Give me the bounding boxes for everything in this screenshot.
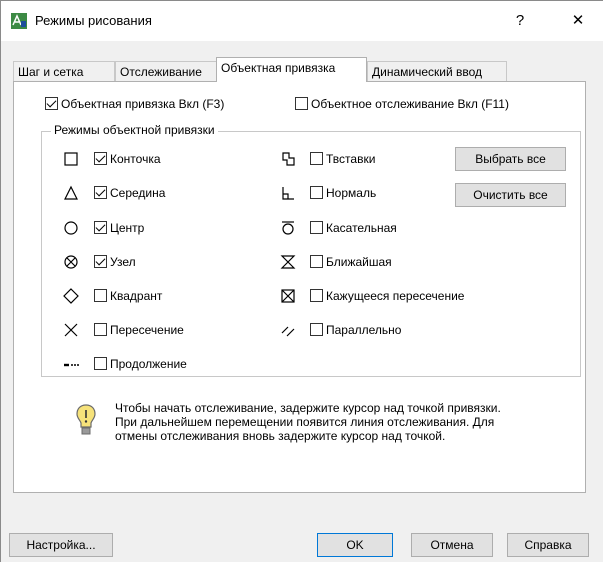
osnap-on-label: Объектная привязка Вкл (F3) bbox=[61, 97, 225, 111]
settings-button[interactable]: Настройка... bbox=[9, 533, 113, 557]
mode-extension-label: Продолжение bbox=[110, 357, 187, 371]
tracking-hint: Чтобы начать отслеживание, задержите кур… bbox=[115, 401, 555, 443]
otrack-on-checkbox[interactable] bbox=[295, 97, 308, 110]
tangent-icon bbox=[282, 221, 294, 235]
perpendicular-icon bbox=[282, 187, 294, 200]
otrack-on-label: Объектное отслеживание Вкл (F11) bbox=[311, 97, 509, 111]
mode-tangent-checkbox[interactable] bbox=[310, 221, 323, 234]
tab-tracking[interactable]: Отслеживание bbox=[115, 61, 217, 81]
triangle-icon bbox=[64, 185, 78, 200]
extension-icon bbox=[64, 363, 79, 367]
mode-apparent-intersection-checkbox[interactable] bbox=[310, 289, 323, 302]
mode-nearest-label: Ближайшая bbox=[326, 255, 392, 269]
mode-apparent-intersection-label: Кажущееся пересечение bbox=[326, 289, 465, 303]
cancel-button[interactable]: Отмена bbox=[411, 533, 493, 557]
parallel-icon bbox=[281, 326, 295, 337]
mode-midpoint-label: Середина bbox=[110, 186, 166, 200]
mode-endpoint-label: Конточка bbox=[110, 152, 161, 166]
mode-parallel-label: Параллельно bbox=[326, 323, 402, 337]
help-button[interactable]: Справка bbox=[507, 533, 589, 557]
mode-intersection-label: Пересечение bbox=[110, 323, 184, 337]
mode-quadrant-label: Квадрант bbox=[110, 289, 163, 303]
mode-perpendicular-label: Нормаль bbox=[326, 186, 377, 200]
mode-insertion-label: Твставки bbox=[326, 152, 376, 166]
window-title: Режимы рисования bbox=[35, 13, 152, 28]
app-icon bbox=[11, 13, 27, 29]
drafting-settings-dialog: Режимы рисования ? ✕ Шаг и сетка Отслежи… bbox=[0, 0, 603, 562]
tracking-hint-line: отмены отслеживания вновь задержите курс… bbox=[115, 429, 446, 443]
tab-object-snap[interactable]: Объектная привязка bbox=[216, 57, 367, 82]
mode-center-checkbox[interactable] bbox=[94, 221, 107, 234]
ok-button[interactable]: OK bbox=[317, 533, 393, 557]
help-title-button[interactable]: ? bbox=[506, 9, 534, 33]
mode-tangent-label: Касательная bbox=[326, 221, 397, 235]
mode-node-label: Узел bbox=[110, 255, 136, 269]
tracking-hint-line: Чтобы начать отслеживание, задержите кур… bbox=[115, 401, 501, 415]
close-button[interactable]: ✕ bbox=[564, 9, 592, 33]
node-icon bbox=[64, 255, 78, 269]
insertion-icon bbox=[282, 152, 295, 166]
mode-center-label: Центр bbox=[110, 221, 145, 235]
mode-perpendicular-checkbox[interactable] bbox=[310, 186, 323, 199]
mode-extension-checkbox[interactable] bbox=[94, 357, 107, 370]
select-all-button[interactable]: Выбрать все bbox=[455, 147, 566, 171]
clear-all-button[interactable]: Очистить все bbox=[455, 183, 566, 207]
mode-nearest-checkbox[interactable] bbox=[310, 255, 323, 268]
nearest-icon bbox=[280, 255, 296, 269]
mode-intersection-checkbox[interactable] bbox=[94, 323, 107, 336]
snap-modes-group-title: Режимы объектной привязки bbox=[51, 123, 218, 137]
diamond-icon bbox=[63, 288, 79, 304]
circle-icon bbox=[64, 221, 78, 235]
tab-dynamic-input[interactable]: Динамический ввод bbox=[367, 61, 507, 81]
mode-insertion-checkbox[interactable] bbox=[310, 152, 323, 165]
mode-quadrant-checkbox[interactable] bbox=[94, 289, 107, 302]
title-bar: Режимы рисования ? ✕ bbox=[1, 1, 603, 41]
tracking-hint-line: При дальнейшем перемещении появится лини… bbox=[115, 415, 495, 429]
apparent-intersection-icon bbox=[281, 289, 295, 303]
mode-midpoint-checkbox[interactable] bbox=[94, 186, 107, 199]
square-icon bbox=[64, 152, 78, 166]
lightbulb-icon bbox=[76, 404, 96, 435]
mode-endpoint-checkbox[interactable] bbox=[94, 152, 107, 165]
cross-icon bbox=[64, 323, 78, 337]
osnap-on-checkbox[interactable] bbox=[45, 97, 58, 110]
mode-parallel-checkbox[interactable] bbox=[310, 323, 323, 336]
mode-node-checkbox[interactable] bbox=[94, 255, 107, 268]
tab-snap-grid[interactable]: Шаг и сетка bbox=[13, 61, 115, 81]
